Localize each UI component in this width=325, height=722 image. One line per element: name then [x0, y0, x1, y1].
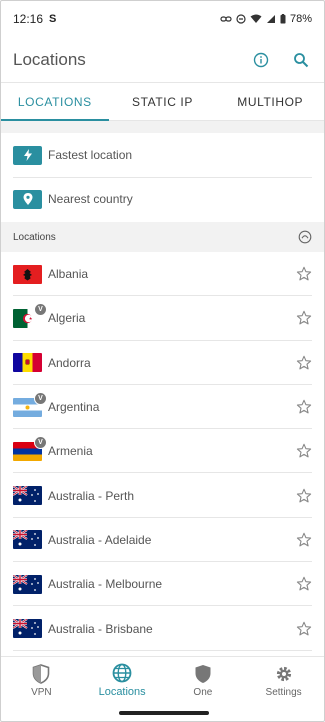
country-name: Andorra — [48, 355, 91, 370]
wifi-icon — [250, 14, 262, 23]
country-name: Albania — [48, 267, 89, 282]
tab-bar: LOCATIONS STATIC IP MULTIHOP — [1, 83, 324, 121]
bottom-navigation: VPN Locations One Settings — [1, 656, 324, 704]
armenia-flag-icon: V — [13, 435, 47, 461]
list-item[interactable]: Australia - Brisbane — [1, 606, 324, 651]
nearest-country-item[interactable]: Nearest country — [1, 177, 324, 221]
country-name: Argentina — [48, 400, 100, 415]
nav-settings[interactable]: Settings — [243, 657, 324, 704]
app-bar: Locations — [1, 37, 324, 83]
home-indicator[interactable] — [119, 711, 209, 715]
status-icons: 78% — [220, 13, 312, 25]
search-button[interactable] — [290, 49, 312, 71]
nav-label: Settings — [265, 686, 302, 698]
list-item[interactable]: V Algeria — [1, 296, 324, 341]
search-icon — [294, 52, 309, 67]
country-name: Algeria — [48, 311, 86, 326]
country-name: Australia - Perth — [48, 488, 135, 503]
country-name: Australia - Adelaide — [48, 532, 152, 547]
fastest-location-item[interactable]: Fastest location — [1, 133, 324, 177]
nav-one[interactable]: One — [163, 657, 244, 704]
locations-section-header: Locations — [1, 222, 324, 252]
battery-icon — [280, 14, 286, 24]
favorite-star-icon[interactable] — [296, 443, 312, 459]
nav-label: One — [193, 686, 213, 698]
list-item[interactable]: Australia - Adelaide — [1, 518, 324, 563]
australia-flag-icon — [13, 619, 42, 639]
nav-label: Locations — [98, 686, 146, 698]
app-notification-icon: S — [49, 13, 57, 25]
list-item[interactable]: Albania — [1, 252, 324, 297]
fastest-location-label: Fastest location — [48, 148, 133, 162]
favorite-star-icon[interactable] — [296, 266, 312, 282]
favorite-star-icon[interactable] — [296, 532, 312, 548]
section-title: Locations — [13, 231, 56, 243]
virtual-badge: V — [34, 391, 47, 405]
albania-flag-icon — [13, 264, 42, 284]
tab-locations[interactable]: LOCATIONS — [1, 83, 109, 121]
status-bar: 12:16 S 78% — [1, 1, 324, 37]
gear-icon — [276, 666, 291, 681]
status-time: 12:16 — [13, 12, 44, 26]
info-button[interactable] — [250, 49, 272, 71]
nav-locations[interactable]: Locations — [82, 657, 163, 704]
favorite-star-icon[interactable] — [296, 355, 312, 371]
favorite-star-icon[interactable] — [296, 488, 312, 504]
country-list: Albania V Algeria Andorra V Argentina V … — [1, 252, 324, 651]
favorite-star-icon[interactable] — [296, 399, 312, 415]
do-not-disturb-icon — [236, 14, 246, 24]
favorite-star-icon[interactable] — [296, 621, 312, 637]
country-name: Australia - Melbourne — [48, 577, 163, 592]
globe-icon — [112, 663, 132, 683]
signal-icon — [266, 15, 275, 23]
tabs-spacer — [1, 121, 324, 133]
tab-multihop[interactable]: MULTIHOP — [216, 83, 324, 120]
info-icon — [253, 52, 269, 67]
app-frame: 12:16 S 78% Locations LOCATIONS STATIC I… — [0, 0, 325, 722]
australia-flag-icon — [13, 574, 42, 594]
battery-percent: 78% — [289, 13, 312, 25]
andorra-flag-icon — [13, 353, 42, 373]
list-item[interactable]: V Argentina — [1, 385, 324, 430]
country-name: Australia - Brisbane — [48, 621, 153, 636]
tab-static-ip[interactable]: STATIC IP — [109, 83, 217, 120]
favorite-star-icon[interactable] — [296, 576, 312, 592]
virtual-badge: V — [34, 302, 47, 316]
one-shield-icon — [195, 664, 211, 683]
favorite-star-icon[interactable] — [296, 310, 312, 326]
nav-label: VPN — [31, 686, 52, 698]
country-name: Armenia — [48, 444, 93, 459]
app-bar-actions — [250, 49, 312, 71]
shield-icon — [33, 663, 50, 684]
virtual-badge: V — [34, 435, 47, 449]
sort-toggle-icon[interactable] — [298, 230, 312, 244]
australia-flag-icon — [13, 486, 42, 506]
algeria-flag-icon: V — [13, 302, 47, 328]
argentina-flag-icon: V — [13, 391, 47, 417]
australia-flag-icon — [13, 530, 42, 550]
location-pin-icon — [13, 189, 42, 209]
list-item[interactable]: Andorra — [1, 341, 324, 386]
page-title: Locations — [13, 49, 86, 69]
nearest-country-label: Nearest country — [48, 192, 133, 206]
list-item[interactable]: Australia - Perth — [1, 473, 324, 519]
list-item[interactable]: Australia - Melbourne — [1, 562, 324, 607]
list-item[interactable]: V Armenia — [1, 429, 324, 474]
link-icon — [220, 16, 232, 22]
lightning-icon — [13, 145, 42, 165]
nav-vpn[interactable]: VPN — [1, 657, 82, 704]
